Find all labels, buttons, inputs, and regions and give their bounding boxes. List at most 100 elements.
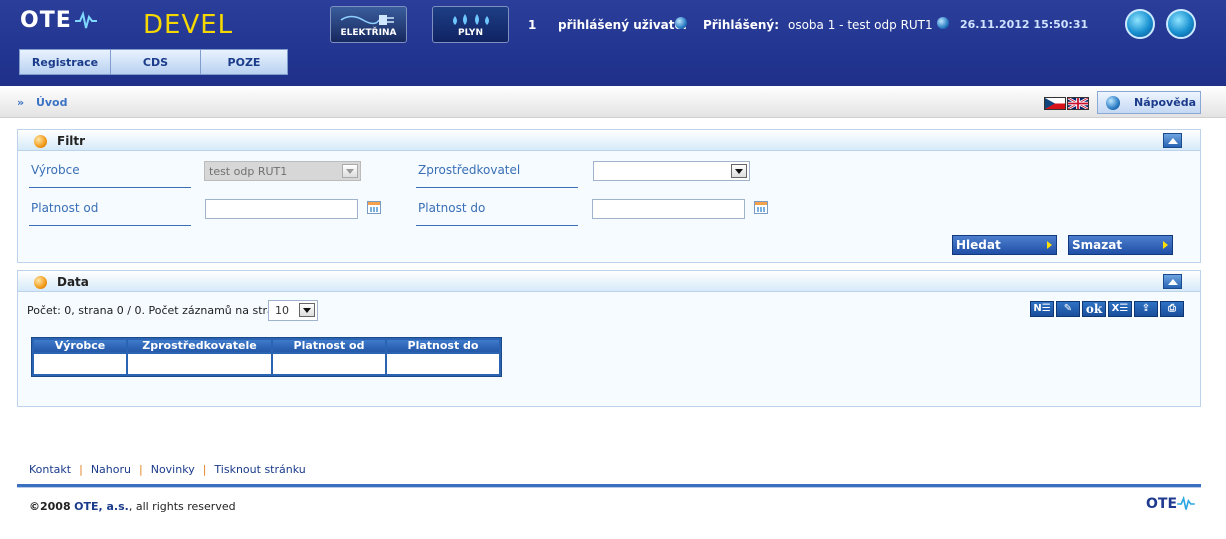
table-cell (387, 354, 499, 374)
chevron-down-icon[interactable] (731, 164, 747, 178)
czech-flag-icon[interactable] (1044, 97, 1066, 110)
search-button[interactable]: Hledat (952, 235, 1057, 255)
footer-separator: | (139, 463, 143, 476)
clock-dot-icon (937, 17, 949, 29)
table-row (34, 354, 499, 374)
plyn-button[interactable]: PLYN (432, 6, 509, 43)
clear-button[interactable]: Smazat (1068, 235, 1173, 255)
new-icon[interactable]: N☰ (1030, 301, 1054, 317)
tab-cds[interactable]: CDS (110, 49, 200, 75)
breadcrumb: » Úvod (17, 96, 68, 109)
footer-separator: | (79, 463, 83, 476)
footer-ote-logo[interactable]: OTE (1146, 496, 1195, 512)
data-title: Data (57, 275, 89, 289)
filter-panel: Filtr Výrobce test odp RUT1 Zprostředkov… (17, 129, 1201, 263)
collapse-filter-button[interactable] (1163, 133, 1182, 148)
column-zprostredkovatele[interactable]: Zprostředkovatele (128, 340, 271, 352)
footer-link-nahoru[interactable]: Nahoru (91, 463, 131, 476)
vyrobce-label: Výrobce (31, 163, 80, 177)
footer-link-novinky[interactable]: Novinky (151, 463, 195, 476)
copyright-suffix: , all rights reserved (128, 500, 236, 513)
current-datetime: 26.11.2012 15:50:31 (960, 18, 1089, 31)
logo-text: OTE (20, 8, 72, 33)
orange-ball-icon (34, 276, 47, 289)
data-panel: Data Počet: 0, strana 0 / 0. Počet zázna… (17, 270, 1201, 407)
chevron-down-icon (342, 164, 358, 178)
breadcrumb-current[interactable]: Úvod (36, 96, 68, 109)
filter-title: Filtr (57, 134, 86, 148)
help-label: Nápověda (1134, 96, 1196, 109)
zprostredkovatel-label: Zprostředkovatel (418, 163, 521, 177)
orange-ball-icon (34, 135, 47, 148)
chat-icon[interactable] (1125, 9, 1155, 39)
footer-logo-text: OTE (1146, 496, 1178, 512)
copyright: ©2008 OTE, a.s., all rights reserved (29, 500, 236, 513)
logged-in-label: Přihlášený: (703, 18, 780, 32)
column-platnost-od[interactable]: Platnost od (273, 340, 385, 352)
grid-toolbar: N☰ ✎ ok X☰ ⇪ ⎙ (1030, 301, 1184, 317)
online-users-count: 1 (528, 18, 537, 32)
ok-icon[interactable]: ok (1082, 301, 1106, 317)
page-size-select[interactable]: 10 (268, 300, 318, 321)
data-panel-header: Data (18, 271, 1200, 292)
table-cell (273, 354, 385, 374)
data-table: Výrobce Zprostředkovatele Platnost od Pl… (31, 337, 502, 377)
collapse-data-button[interactable] (1163, 274, 1182, 289)
print-icon[interactable]: ⎙ (1160, 301, 1184, 317)
breadcrumb-arrows: » (17, 96, 25, 109)
zprostredkovatel-select[interactable] (593, 161, 750, 181)
column-platnost-do[interactable]: Platnost do (387, 340, 499, 352)
tab-registrace[interactable]: Registrace (19, 49, 110, 75)
status-dot-icon (675, 17, 687, 29)
table-cell (128, 354, 271, 374)
vyrobce-select[interactable]: test odp RUT1 (204, 161, 361, 181)
footer-separator: | (202, 463, 207, 476)
copyright-company: OTE, a.s. (74, 500, 129, 513)
table-header-row: Výrobce Zprostředkovatele Platnost od Pl… (34, 340, 499, 352)
footer-link-kontakt[interactable]: Kontakt (29, 463, 71, 476)
platnost-do-input[interactable] (592, 199, 745, 219)
column-vyrobce[interactable]: Výrobce (34, 340, 126, 352)
excel-icon[interactable]: X☰ (1108, 301, 1132, 317)
edit-icon[interactable]: ✎ (1056, 301, 1080, 317)
plug-icon (340, 15, 394, 25)
footer-divider-thin (17, 487, 1201, 488)
chevron-down-icon (299, 303, 315, 317)
help-icon (1106, 96, 1120, 110)
export-icon[interactable]: ⇪ (1134, 301, 1158, 317)
plyn-label: PLYN (458, 28, 483, 38)
online-users-label[interactable]: přihlášený uživatel (558, 18, 687, 32)
calendar-icon[interactable] (754, 201, 768, 214)
platnost-od-input[interactable] (205, 199, 358, 219)
environment-label: DEVEL (143, 10, 234, 40)
paging-info: Počet: 0, strana 0 / 0. Počet záznamů na… (27, 304, 294, 317)
pulse-icon (1177, 496, 1195, 510)
platnost-do-label: Platnost do (418, 201, 486, 215)
elektrina-button[interactable]: ELEKTŘINA (330, 6, 407, 43)
platnost-od-underline (29, 225, 191, 226)
main-nav: Registrace CDS POZE (19, 49, 288, 75)
footer-links: Kontakt | Nahoru | Novinky | Tisknout stránku (29, 463, 306, 476)
zprostredkovatel-underline (416, 187, 578, 188)
vyrobce-underline (29, 187, 191, 188)
vyrobce-value: test odp RUT1 (209, 165, 288, 178)
ote-logo[interactable]: OTE (20, 8, 97, 33)
english-flag-icon[interactable] (1067, 97, 1089, 110)
breadcrumb-bar: » Úvod Nápověda (0, 86, 1226, 118)
help-button[interactable]: Nápověda (1097, 91, 1201, 114)
elektrina-label: ELEKTŘINA (340, 28, 397, 38)
pulse-icon (74, 10, 97, 28)
logged-in-user: osoba 1 - test odp RUT1 (788, 18, 933, 32)
footer-link-tisknout[interactable]: Tisknout stránku (214, 463, 305, 476)
table-cell (34, 354, 126, 374)
platnost-od-label: Platnost od (31, 201, 99, 215)
page-size-value: 10 (275, 304, 289, 317)
filter-panel-header: Filtr (18, 130, 1200, 151)
copyright-year: ©2008 (29, 500, 71, 513)
drops-icon (452, 14, 489, 25)
calendar-icon[interactable] (367, 201, 381, 214)
tab-poze[interactable]: POZE (200, 49, 288, 75)
app-header: OTE DEVEL ELEKTŘINA PLYN 1 přihlášený už… (0, 0, 1226, 86)
platnost-do-underline (416, 225, 578, 226)
window-icon[interactable] (1166, 9, 1196, 39)
